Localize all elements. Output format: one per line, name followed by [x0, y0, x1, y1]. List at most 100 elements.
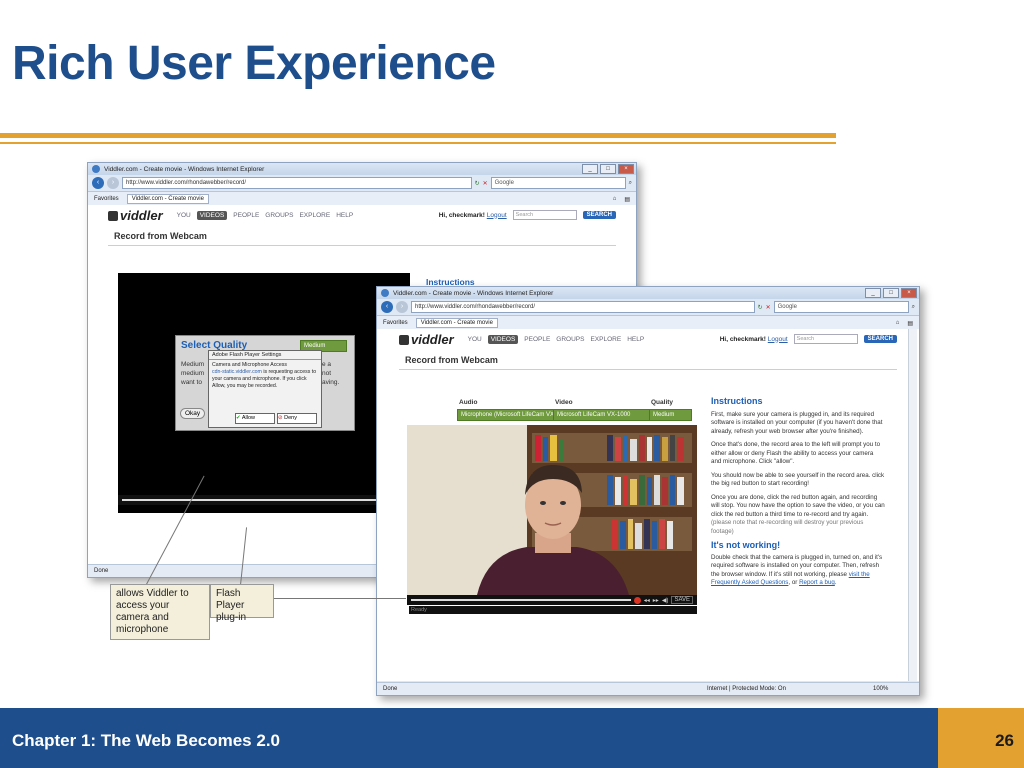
stop-icon[interactable]: ✕ — [766, 304, 771, 311]
instruction-step-4: Once you are done, click the red button … — [711, 493, 885, 518]
print-icon[interactable]: ▤ — [907, 320, 913, 327]
quality-body-right: e a not aving. — [322, 361, 340, 386]
print-icon[interactable]: ▤ — [624, 196, 630, 203]
site-search-button[interactable]: SEARCH — [863, 335, 897, 343]
favorites-button[interactable]: Favorites — [94, 196, 119, 202]
rerecord-note: (please note that re-recording will dest… — [711, 519, 864, 535]
footer-bar: Chapter 1: The Web Becomes 2.0 26 — [0, 708, 1024, 768]
refresh-icon[interactable]: ↻ — [475, 180, 480, 187]
flash-settings-title: Adobe Flash Player Settings — [209, 351, 321, 360]
record-icon[interactable] — [633, 596, 641, 604]
nav-help[interactable]: HELP — [627, 336, 644, 343]
viddler-header: viddler YOU VIDEOS PEOPLE GROUPS EXPLORE… — [377, 329, 919, 349]
webcam-video[interactable] — [407, 425, 697, 595]
instruction-step-3: You should now be able to see yourself i… — [711, 471, 885, 488]
stop-icon[interactable]: ✕ — [483, 180, 488, 187]
quality-body-left: Medium medium want to — [181, 361, 205, 386]
zoom-level[interactable]: 100% — [873, 683, 888, 695]
forward-icon[interactable]: › — [396, 301, 408, 313]
callout-viddler-access: allows Viddler to access your camera and… — [110, 584, 210, 640]
maximize-button[interactable]: □ — [883, 288, 899, 298]
viddler-logo[interactable]: viddler — [399, 332, 454, 347]
nav-videos[interactable]: VIDEOS — [487, 334, 519, 344]
viddler-header: viddler YOU VIDEOS PEOPLE GROUPS EXPLORE… — [88, 205, 636, 225]
instructions-heading: Instructions — [711, 396, 763, 406]
volume-icon[interactable]: ◀) — [662, 597, 669, 604]
flash-deny-button[interactable]: ⊘ Deny — [277, 413, 317, 424]
search-icon[interactable]: ⌕ — [629, 180, 632, 187]
ie-icon — [381, 289, 389, 297]
slide-title: Rich User Experience — [12, 37, 496, 90]
video-label: Video — [555, 399, 573, 406]
nav-explore[interactable]: EXPLORE — [299, 212, 330, 219]
greeting: Hi, checkmark! Logout — [719, 335, 788, 343]
browser-window-front: Viddler.com - Create movie - Windows Int… — [376, 286, 920, 696]
viddler-logo[interactable]: viddler — [108, 208, 163, 223]
site-search-input[interactable]: Search — [793, 334, 858, 344]
select-quality-dialog: Select Quality Medium Medium medium want… — [175, 335, 355, 431]
audio-select[interactable]: Microphone (Microsoft LifeCam VX-1000) — [457, 409, 554, 421]
player-controls: ◂◂ ▸▸ ◀) SAVE — [407, 595, 697, 605]
instructions-panel: Instructions First, make sure your camer… — [711, 397, 885, 593]
audio-label: Audio — [459, 399, 478, 406]
back-icon[interactable]: ‹ — [381, 301, 393, 313]
report-bug-link[interactable]: Report a bug — [799, 579, 835, 586]
nav-help[interactable]: HELP — [336, 212, 353, 219]
nav-people[interactable]: PEOPLE — [524, 336, 550, 343]
site-search-button[interactable]: SEARCH — [582, 211, 616, 219]
quality-select[interactable]: Medium — [649, 409, 692, 421]
okay-button[interactable]: Okay — [180, 408, 206, 419]
address-bar[interactable]: http://www.viddler.com/rhondawebber/reco… — [122, 177, 472, 189]
nav-explore[interactable]: EXPLORE — [590, 336, 621, 343]
maximize-button[interactable]: □ — [600, 164, 616, 174]
search-box[interactable]: Google — [773, 301, 909, 313]
zone-indicator: Internet | Protected Mode: On — [707, 686, 786, 692]
refresh-icon[interactable]: ↻ — [758, 304, 763, 311]
nav-groups[interactable]: GROUPS — [556, 336, 584, 343]
ie-icon — [92, 165, 100, 173]
search-box[interactable]: Google — [490, 177, 626, 189]
page-number: 26 — [995, 731, 1014, 750]
favorites-button[interactable]: Favorites — [383, 320, 408, 326]
address-bar[interactable]: http://www.viddler.com/rhondawebber/reco… — [411, 301, 755, 313]
logout-link[interactable]: Logout — [768, 336, 788, 343]
video-select[interactable]: Microsoft LifeCam VX-1000 — [553, 409, 650, 421]
site-search-input[interactable]: Search — [512, 210, 577, 220]
browser-tab[interactable]: Viddler.com - Create movie — [126, 194, 209, 204]
seek-bar[interactable] — [122, 499, 380, 501]
page-content: viddler YOU VIDEOS PEOPLE GROUPS EXPLORE… — [377, 329, 919, 681]
minimize-button[interactable]: _ — [582, 164, 598, 174]
close-button[interactable]: × — [901, 288, 917, 298]
close-button[interactable]: × — [618, 164, 634, 174]
callout-flash-plugin: Flash Player plug-in — [210, 584, 274, 623]
leader-line-3 — [273, 598, 406, 599]
window-title: Viddler.com - Create movie - Windows Int… — [104, 165, 265, 173]
nav-you[interactable]: YOU — [177, 212, 191, 219]
minimize-button[interactable]: _ — [865, 288, 881, 298]
forward-icon[interactable]: › — [107, 177, 119, 189]
search-icon[interactable]: ⌕ — [912, 304, 915, 311]
home-icon[interactable]: ⌂ — [896, 320, 900, 326]
page-scrollbar[interactable] — [908, 329, 917, 681]
titlebar: Viddler.com - Create movie - Windows Int… — [377, 287, 919, 299]
seek-bar[interactable] — [411, 599, 631, 601]
save-button[interactable]: SAVE — [671, 596, 693, 604]
nav-you[interactable]: YOU — [468, 336, 482, 343]
flash-allow-button[interactable]: ✔ Allow — [235, 413, 275, 424]
nav-videos[interactable]: VIDEOS — [196, 210, 228, 220]
greeting: Hi, checkmark! Logout — [438, 211, 507, 219]
camera-logo-icon — [108, 211, 118, 222]
nav-groups[interactable]: GROUPS — [265, 212, 293, 219]
browser-tab[interactable]: Viddler.com - Create movie — [415, 318, 498, 328]
home-icon[interactable]: ⌂ — [613, 196, 617, 202]
fast-forward-icon[interactable]: ▸▸ — [653, 597, 659, 604]
nav-people[interactable]: PEOPLE — [233, 212, 259, 219]
titlebar: Viddler.com - Create movie - Windows Int… — [88, 163, 636, 175]
back-icon[interactable]: ‹ — [92, 177, 104, 189]
troubleshooting-text: Double check that the camera is plugged … — [711, 553, 883, 587]
page-heading: Record from Webcam — [108, 227, 616, 246]
logout-link[interactable]: Logout — [487, 212, 507, 219]
title-rule-thin — [0, 142, 836, 144]
instruction-step-2: Once that's done, the record area to the… — [711, 441, 881, 465]
rewind-icon[interactable]: ◂◂ — [644, 597, 650, 604]
